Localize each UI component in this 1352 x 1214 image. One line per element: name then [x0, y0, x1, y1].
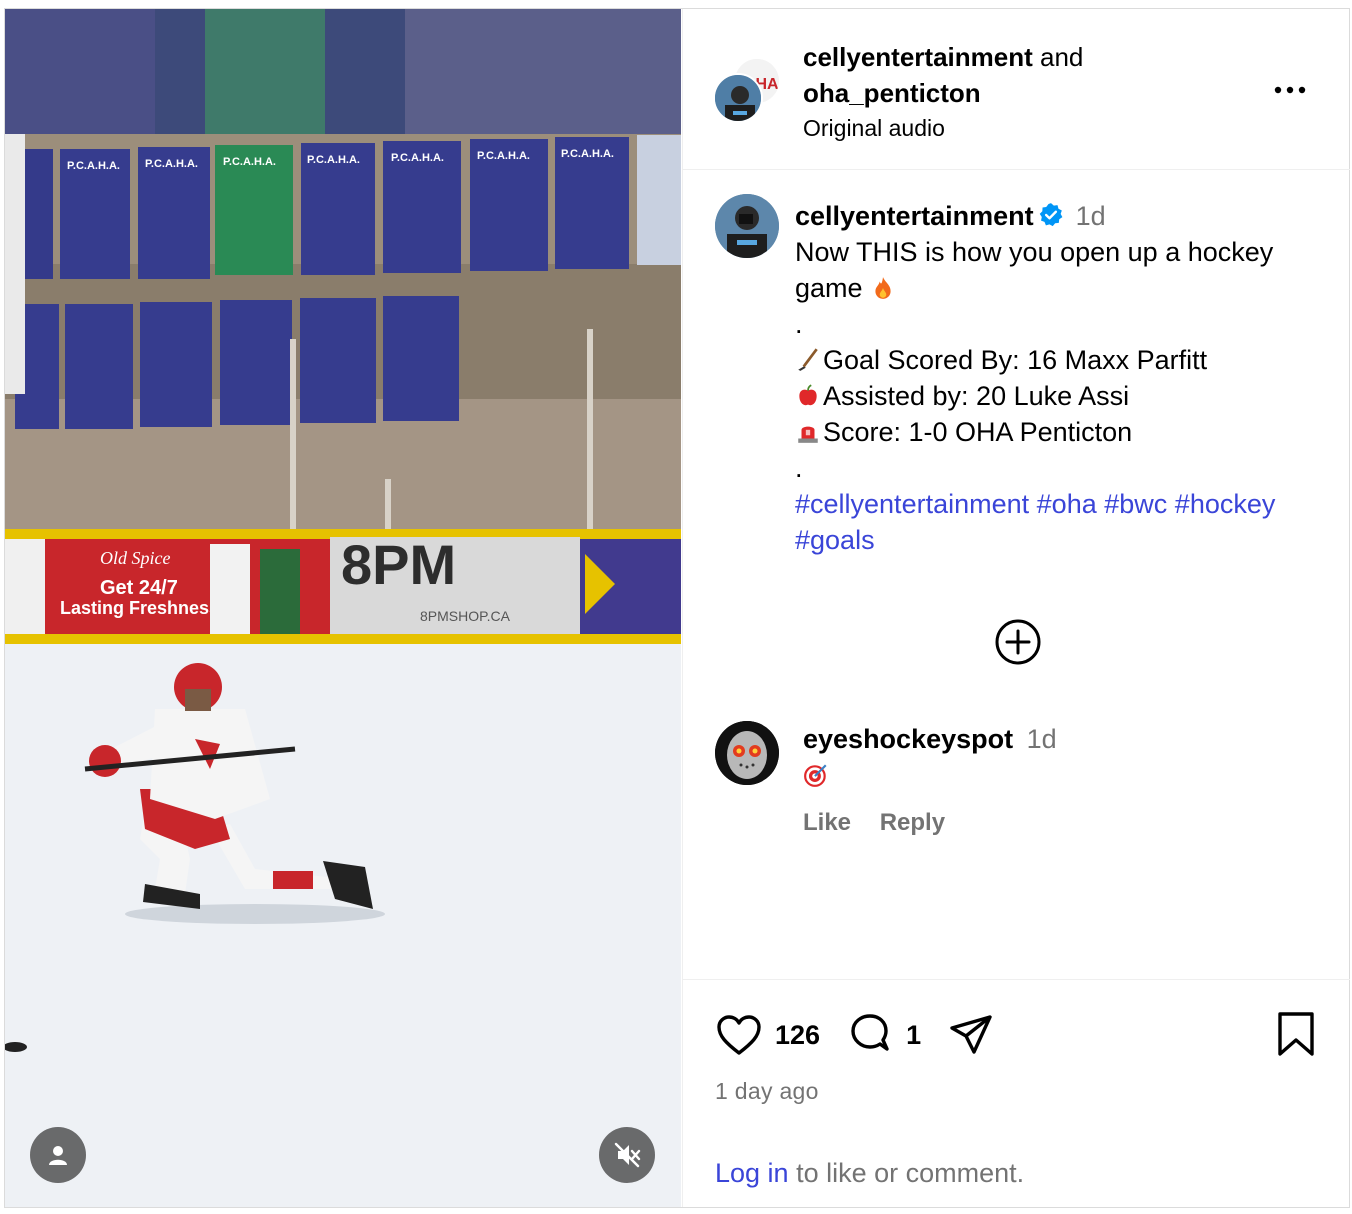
post-details-panel: OHA cellyentertainment and oha_penticton… [682, 9, 1350, 1207]
like-count[interactable]: 126 [775, 1020, 820, 1051]
video-player[interactable]: P.C.A.H.A. P.C.A.H.A. P.C.A.H.A. P.C.A.H… [5, 9, 681, 1207]
user-icon [49, 1146, 67, 1165]
caption-dot-1: . [795, 309, 803, 339]
caption-goal: Goal Scored By: 16 Maxx Parfitt [823, 345, 1208, 375]
svg-text:P.C.A.H.A.: P.C.A.H.A. [307, 154, 360, 166]
svg-text:P.C.A.H.A.: P.C.A.H.A. [223, 156, 276, 168]
sponsor-logo: 8PM [341, 533, 456, 596]
verified-badge-icon [1039, 203, 1062, 227]
comment-count[interactable]: 1 [906, 1020, 921, 1051]
more-icon [1274, 86, 1306, 94]
banners-row-1: P.C.A.H.A. P.C.A.H.A. P.C.A.H.A. P.C.A.H… [5, 135, 681, 279]
save-button[interactable] [1272, 1010, 1320, 1058]
comment-button[interactable] [846, 1011, 894, 1059]
collab-avatars[interactable]: OHA [713, 57, 783, 125]
comment-reply-button[interactable]: Reply [880, 809, 945, 836]
caption-dot-2: . [795, 453, 803, 483]
mute-icon [614, 1142, 641, 1168]
fire-icon [875, 277, 891, 299]
plus-circle-icon [995, 619, 1041, 665]
celly-avatar-small[interactable] [713, 73, 763, 123]
share-button[interactable] [947, 1011, 995, 1059]
banners-row-2 [15, 296, 459, 429]
comment-icon [851, 1014, 889, 1051]
comment-time[interactable]: 1d [1027, 724, 1057, 754]
caption-assist: Assisted by: 20 Luke Assi [823, 381, 1130, 411]
hashtag-link[interactable]: #hockey [1175, 489, 1276, 519]
comment-body: eyeshockeyspot 1d [803, 721, 1057, 793]
ad-brand: Old Spice [100, 548, 170, 568]
tagged-users-button[interactable] [30, 1127, 86, 1183]
post-header: OHA cellyentertainment and oha_penticton… [683, 9, 1350, 170]
svg-text:P.C.A.H.A.: P.C.A.H.A. [391, 152, 444, 164]
share-icon [950, 1015, 992, 1054]
author-primary-link[interactable]: cellyentertainment [803, 42, 1033, 72]
author-secondary-link[interactable]: oha_penticton [803, 75, 1083, 111]
author-joiner: and [1039, 42, 1084, 72]
commenter-avatar[interactable] [715, 721, 779, 785]
post-authors: cellyentertainment and oha_penticton Ori… [803, 39, 1083, 145]
login-link[interactable]: Log in [715, 1158, 789, 1188]
heart-icon [717, 1015, 761, 1055]
caption-score: Score: 1-0 OHA Penticton [823, 417, 1133, 447]
mute-button[interactable] [599, 1127, 655, 1183]
sponsor-url: 8PMSHOP.CA [420, 608, 511, 624]
svg-text:P.C.A.H.A.: P.C.A.H.A. [145, 158, 198, 170]
login-rest: to like or comment. [788, 1158, 1025, 1188]
login-prompt: Log in to like or comment. [715, 1158, 1024, 1189]
more-options-button[interactable] [1270, 75, 1310, 105]
audio-link[interactable]: Original audio [803, 111, 1083, 145]
bookmark-icon [1278, 1012, 1314, 1056]
caption-avatar[interactable] [715, 194, 779, 258]
banner-text: P.C.A.H.A. [67, 160, 120, 172]
post-date[interactable]: 1 day ago [715, 1078, 819, 1105]
siren-icon [798, 426, 818, 443]
post-footer: 126 1 1 day ago Log in to like or commen… [683, 979, 1350, 1208]
action-bar: 126 1 [715, 1010, 995, 1060]
comment-actions: Like Reply [803, 809, 967, 837]
direct-hit-icon [804, 764, 827, 787]
svg-text:Lasting Freshness: Lasting Freshness [60, 598, 219, 618]
caption-line-1: Now THIS is how you open up a hockey gam… [795, 237, 1274, 303]
svg-text:Get 24/7: Get 24/7 [100, 577, 178, 599]
like-button[interactable] [715, 1011, 763, 1059]
video-frame: P.C.A.H.A. P.C.A.H.A. P.C.A.H.A. P.C.A.H… [5, 9, 681, 1207]
hockey-stick-icon [798, 348, 818, 371]
svg-text:P.C.A.H.A.: P.C.A.H.A. [561, 148, 614, 160]
caption-text: cellyentertainment 1d Now THIS is how you… [795, 198, 1335, 558]
comment-like-button[interactable]: Like [803, 809, 851, 836]
hashtag-link[interactable]: #goals [795, 525, 875, 555]
post-frame: P.C.A.H.A. P.C.A.H.A. P.C.A.H.A. P.C.A.H… [4, 8, 1350, 1208]
hashtag-link[interactable]: #bwc [1104, 489, 1167, 519]
hashtag-link[interactable]: #cellyentertainment [795, 489, 1029, 519]
caption-username[interactable]: cellyentertainment [795, 201, 1034, 231]
apple-icon [799, 384, 817, 406]
hashtag-link[interactable]: #oha [1037, 489, 1097, 519]
load-more-comments-button[interactable] [994, 618, 1042, 666]
hashtags: #cellyentertainment #oha #bwc #hockey #g… [795, 486, 1335, 558]
commenter-username[interactable]: eyeshockeyspot [803, 724, 1013, 754]
svg-text:P.C.A.H.A.: P.C.A.H.A. [477, 150, 530, 162]
caption-time[interactable]: 1d [1076, 201, 1106, 231]
